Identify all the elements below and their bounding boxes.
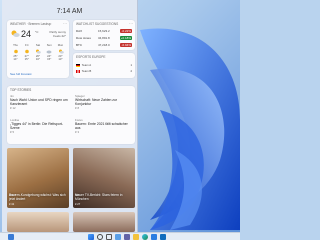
watchlist-row[interactable]: DAX 15,623.2 -0.22%: [76, 29, 132, 36]
weather-header: WEATHER · Bremen Lastrup: [10, 22, 52, 26]
widgets-panel: 7:14 AM WEATHER · Bremen Lastrup ··· 24 …: [2, 0, 138, 232]
team-flag-icon: [76, 69, 80, 73]
watchlist-row[interactable]: Dow Jones 34,891.8 +0.18%: [76, 36, 132, 43]
current-temperature: 24: [21, 29, 32, 39]
weather-details: Partly sunny Feels 22°: [49, 30, 66, 38]
team-row: Team B 2: [76, 69, 132, 74]
full-forecast-link[interactable]: See full forecast: [10, 72, 32, 76]
watchlist-header: WATCHLIST SUGGESTIONS: [76, 22, 119, 26]
stock-price: 15,623.2: [98, 29, 110, 33]
forecast-row: Thu 25° 14° Fri 27° 15° Sat 26° 16° Sun …: [10, 43, 66, 62]
forecast-day: Sat 26° 16°: [33, 43, 44, 62]
more-options-icon[interactable]: ···: [63, 21, 67, 26]
news-item[interactable]: t-online „Tigges 44" in Berlin: Die Reit…: [10, 118, 68, 134]
team-score: 1: [130, 63, 132, 67]
forecast-low: 13°: [58, 57, 63, 61]
team-score: 2: [130, 69, 132, 73]
teams-chat-icon[interactable]: [124, 234, 130, 240]
temperature-unit: °C: [35, 30, 39, 34]
stock-price: 47,218.0: [98, 43, 110, 47]
news-title: Nach Wahl: Union und SPD ringen um Kanzl…: [10, 98, 68, 107]
news-item[interactable]: Spiegel Wirtschaft: Neue Zahlen zur Konj…: [75, 94, 133, 110]
top-stories-widget[interactable]: TOP STORIES ntv Nach Wahl: Union und SPD…: [7, 86, 135, 144]
forecast-low: 14°: [13, 57, 18, 61]
sun-icon: [24, 49, 29, 53]
stock-name: BTC: [76, 43, 82, 47]
store-icon[interactable]: [151, 234, 157, 240]
news-image-card[interactable]: [73, 212, 135, 232]
news-title: Bauern-Kundgebung wächst: Was sich jetzt…: [9, 193, 66, 201]
forecast-day: Thu 25° 14°: [10, 43, 21, 62]
news-image-card[interactable]: Bild Neuer TV-Bericht: Stars feiern in M…: [73, 148, 135, 208]
stock-name: Dow Jones: [76, 36, 91, 40]
team-name: Team B: [81, 69, 92, 73]
news-reactions: ♥ 27: [75, 203, 81, 206]
stock-price: 34,891.8: [98, 36, 110, 40]
forecast-low: 15°: [24, 57, 29, 61]
esports-header: ESPORTS EUROPE: [76, 55, 106, 59]
esports-widget[interactable]: ESPORTS EUROPE Team A 1 Team B 2: [73, 53, 135, 78]
partly-sunny-icon: [11, 30, 20, 37]
cloud-icon: [46, 50, 52, 53]
news-title: Wirtschaft: Neue Zahlen zur Konjunktur: [75, 98, 118, 107]
widgets-icon[interactable]: [8, 234, 14, 240]
news-reactions: ♥ 41: [9, 203, 15, 206]
more-options-icon[interactable]: ···: [129, 21, 133, 26]
file-explorer-icon[interactable]: [133, 234, 139, 240]
news-item[interactable]: Focus Bauern: Ernte 2021 fällt schwächer…: [75, 118, 133, 134]
watchlist-widget[interactable]: WATCHLIST SUGGESTIONS ··· DAX 15,623.2 -…: [73, 20, 135, 50]
stock-change: +0.18%: [119, 36, 132, 40]
mail-icon[interactable]: [160, 234, 166, 240]
news-reactions: ♥ 8: [75, 106, 79, 111]
widgets-clock: 7:14 AM: [56, 8, 83, 15]
forecast-low: 15°: [47, 57, 52, 61]
news-reactions: ♥ 3: [75, 130, 79, 135]
task-view-icon[interactable]: [106, 234, 112, 240]
forecast-day-name: Sun: [46, 43, 52, 47]
partly-sunny-icon: [36, 49, 41, 54]
taskbar: [0, 232, 240, 240]
forecast-low: 16°: [35, 57, 41, 61]
widgets-taskbar-icon[interactable]: [115, 234, 121, 240]
sun-icon: [13, 49, 18, 53]
stock-name: DAX: [76, 29, 83, 33]
forecast-day-name: Mon: [57, 43, 64, 47]
forecast-day-name: Sat: [35, 43, 41, 47]
forecast-day: Sun 24° 15°: [44, 43, 55, 62]
partly-sunny-icon: [58, 49, 64, 54]
forecast-day: Mon 23° 13°: [55, 43, 66, 62]
feels-like: Feels 22°: [53, 34, 66, 38]
watchlist-row[interactable]: BTC 47,218.0 -0.94%: [76, 43, 132, 50]
news-item[interactable]: ntv Nach Wahl: Union und SPD ringen um K…: [10, 94, 68, 110]
news-reactions: ♥ 5: [10, 130, 14, 135]
news-image-card[interactable]: [7, 212, 69, 232]
search-icon[interactable]: [97, 234, 103, 240]
news-reactions: ♥ 12: [10, 106, 16, 111]
forecast-day-name: Thu: [13, 43, 18, 47]
stock-change: -0.94%: [120, 43, 132, 47]
news-title: Neuer TV-Bericht: Stars feiern in Münche…: [75, 193, 123, 201]
weather-widget[interactable]: WEATHER · Bremen Lastrup ··· 24 °C Partl…: [7, 20, 69, 78]
stock-change: -0.22%: [120, 29, 132, 33]
forecast-day-name: Fri: [25, 43, 29, 47]
start-icon[interactable]: [88, 234, 94, 240]
forecast-day: Fri 27° 15°: [21, 43, 32, 62]
team-name: Team A: [81, 63, 92, 67]
top-stories-header: TOP STORIES: [10, 88, 32, 92]
news-image-card[interactable]: WELT Bauern-Kundgebung wächst: Was sich …: [7, 148, 69, 208]
news-title: Bauern: Ernte 2021 fällt schwächer aus: [75, 122, 128, 131]
team-row: Team A 1: [76, 63, 132, 68]
edge-icon[interactable]: [142, 234, 148, 240]
team-flag-icon: [76, 63, 80, 67]
news-title: „Tigges 44" in Berlin: Die Reitsport-Sze…: [10, 122, 63, 131]
